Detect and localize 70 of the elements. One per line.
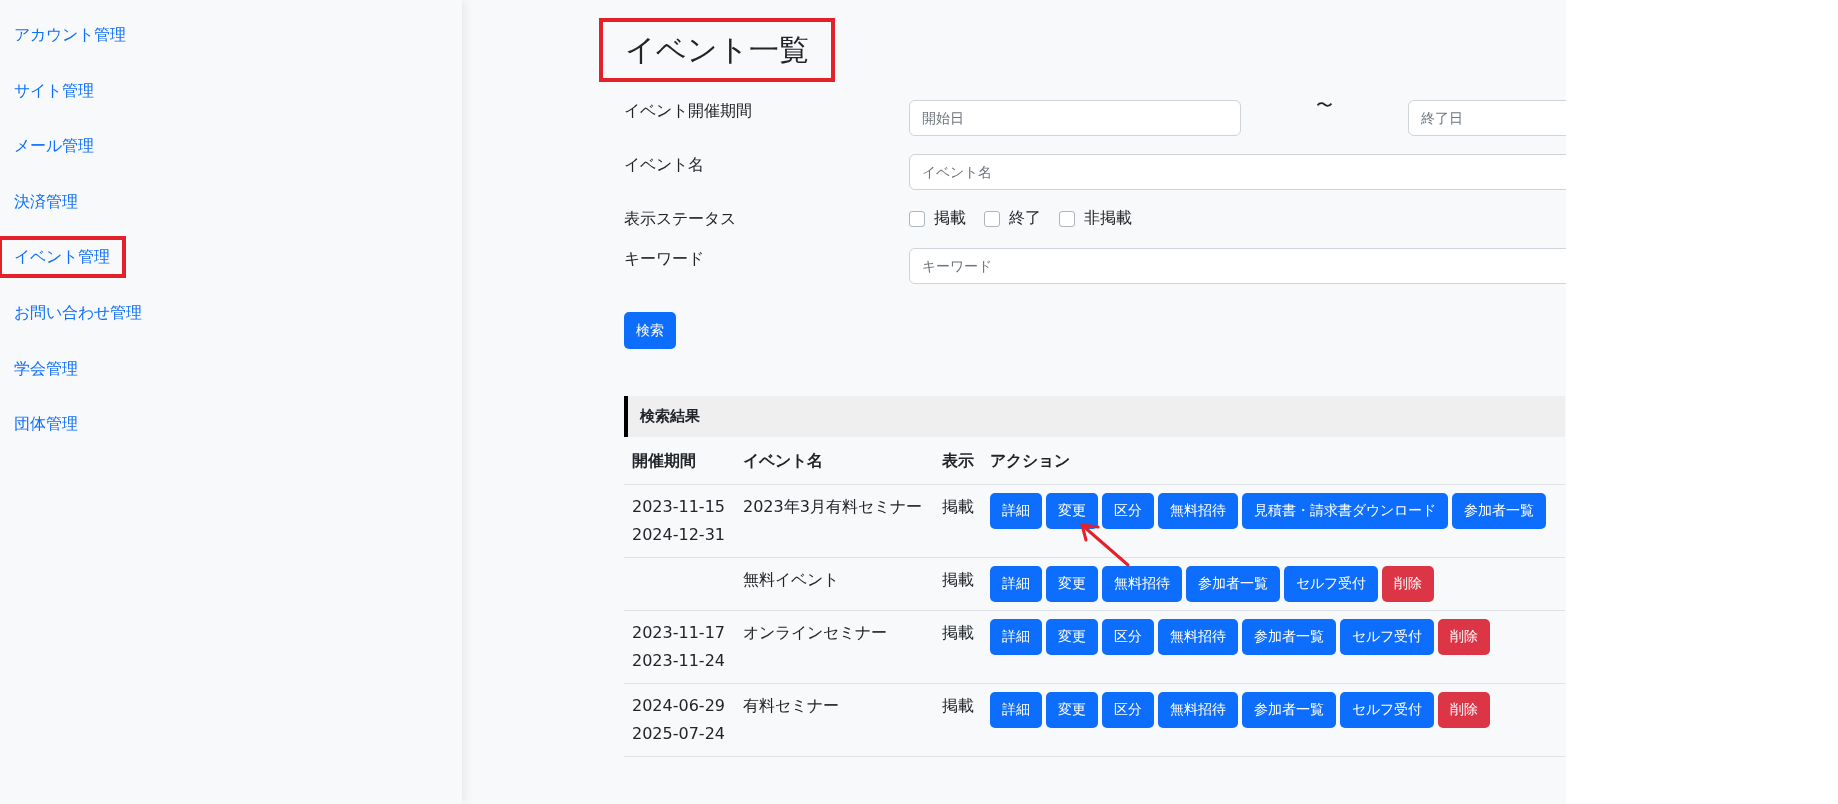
display-status: 掲載 [941,623,974,642]
field-label: キーワード [624,248,705,270]
sidebar-link[interactable]: 決済管理 [0,180,94,223]
action-button[interactable]: セルフ受付 [1340,619,1435,655]
sidebar-link[interactable]: メール管理 [0,125,110,168]
event-name: 2023年3月有料セミナー [743,497,922,516]
action-button[interactable]: 変更 [1046,692,1099,728]
field-label: イベント名 [624,154,705,176]
end-date: 2024-12-31 [632,524,726,546]
action-button[interactable]: 区分 [1102,493,1155,529]
action-button[interactable]: 詳細 [990,619,1043,655]
display-status: 掲載 [941,696,974,715]
action-button[interactable]: 参加者一覧 [1242,692,1337,728]
checkbox-label: 掲載 [934,208,966,229]
column-header: アクション [982,437,1565,485]
sidebar-link[interactable]: サイト管理 [0,69,110,112]
action-button[interactable]: 変更 [1046,493,1099,529]
action-button[interactable]: 無料招待 [1158,692,1239,728]
action-button[interactable]: 削除 [1438,692,1491,728]
checkbox-label: 非掲載 [1084,208,1132,229]
event-name: 無料イベント [743,570,839,589]
action-button[interactable]: 区分 [1102,619,1155,655]
page-title: イベント一覧 [599,18,835,82]
action-button[interactable]: 見積書・請求書ダウンロード [1242,493,1449,529]
action-button[interactable]: 参加者一覧 [1186,566,1281,602]
start-date: 2023-11-17 [632,622,726,644]
action-button[interactable]: 無料招待 [1102,566,1183,602]
event-name: 有料セミナー [743,696,839,715]
search-button[interactable]: 検索 [624,312,676,349]
action-button[interactable]: 参加者一覧 [1452,493,1547,529]
sidebar-link[interactable]: イベント管理 [0,236,126,279]
action-button[interactable]: 詳細 [990,493,1043,529]
start-date-field[interactable]: 開始日 [909,100,1241,136]
action-button[interactable]: 削除 [1382,566,1435,602]
action-button[interactable]: 変更 [1046,619,1099,655]
event-name-field[interactable]: イベント名 [909,154,1566,190]
display-status: 掲載 [941,497,974,516]
start-date: 2023-11-15 [632,496,726,518]
end-date: 2023-11-24 [632,650,726,672]
keyword-field[interactable]: キーワード [909,248,1566,284]
field-label: 表示ステータス [624,208,737,230]
column-header: 開催期間 [624,437,735,485]
results-heading: 検索結果 [624,396,1565,437]
action-button[interactable]: 参加者一覧 [1242,619,1337,655]
action-button[interactable]: 削除 [1438,619,1491,655]
action-button[interactable]: 無料招待 [1158,493,1239,529]
field-label: イベント開催期間 [624,100,753,122]
action-button[interactable]: 無料招待 [1158,619,1239,655]
sidebar-link[interactable]: 団体管理 [0,403,94,446]
sidebar-link[interactable]: 学会管理 [0,347,94,390]
checkbox[interactable] [909,210,925,227]
event-name: オンラインセミナー [743,623,887,642]
action-button[interactable]: 区分 [1102,692,1155,728]
checkbox[interactable] [1059,210,1075,227]
sidebar-link[interactable]: お問い合わせ管理 [0,291,158,334]
action-button[interactable]: 変更 [1046,566,1099,602]
range-separator: 〜 [1315,94,1334,117]
checkbox-label: 終了 [1009,208,1041,229]
end-date: 2025-07-24 [632,723,726,745]
column-header: イベント名 [735,437,934,485]
start-date: 2024-06-29 [632,695,726,717]
action-button[interactable]: 詳細 [990,566,1043,602]
column-header: 表示 [933,437,983,485]
checkbox[interactable] [984,210,1000,227]
display-status: 掲載 [941,570,974,589]
end-date-field[interactable]: 終了日 [1408,100,1566,136]
action-button[interactable]: 詳細 [990,692,1043,728]
action-button[interactable]: セルフ受付 [1340,692,1435,728]
action-button[interactable]: セルフ受付 [1284,566,1379,602]
sidebar-link[interactable]: アカウント管理 [0,14,142,56]
